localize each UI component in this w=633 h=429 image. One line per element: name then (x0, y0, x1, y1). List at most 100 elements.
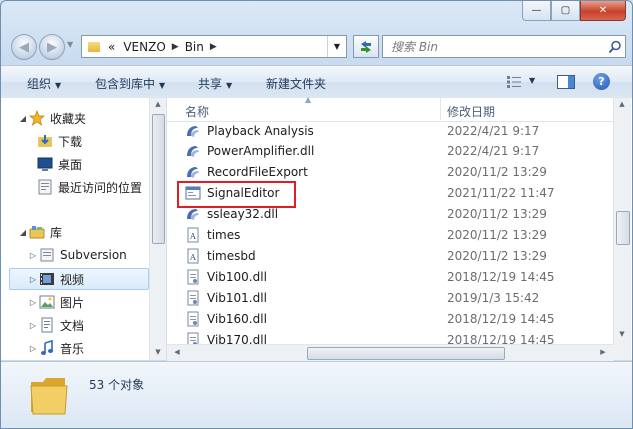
sidebar-item-videos[interactable]: ▷ 视频 (9, 268, 149, 290)
preview-pane-button[interactable] (553, 72, 579, 92)
file-name: Vib100.dll (207, 269, 267, 284)
collapsed-arrow-icon[interactable]: ▷ (27, 275, 39, 284)
file-name: PowerAmplifier.dll (207, 144, 315, 159)
recent-pages-dropdown[interactable]: ▼ (67, 40, 73, 49)
breadcrumb-separator-icon[interactable]: ▶ (210, 42, 217, 52)
sidebar-group-label: 收藏夹 (50, 111, 87, 126)
library-icon (29, 224, 45, 240)
file-date-modified: 2018/12/19 14:45 (447, 269, 555, 284)
file-list-scrollbar[interactable]: ▲ ▼ (613, 98, 631, 360)
include-in-library-menu[interactable]: 包含到库中 ▼ (95, 75, 165, 92)
file-name-cell[interactable]: ssleay32.dll (185, 206, 435, 222)
file-row[interactable]: Vib160.dll 2018/12/19 14:45 (185, 308, 611, 329)
file-name-cell[interactable]: Atimesbd (185, 248, 435, 264)
collapsed-arrow-icon[interactable]: ▷ (27, 344, 39, 353)
new-folder-label: 新建文件夹 (266, 77, 327, 91)
breadcrumb-venzo[interactable]: VENZO (123, 40, 165, 54)
downloads-folder-icon (37, 133, 53, 149)
file-name-cell[interactable]: PowerAmplifier.dll (185, 143, 435, 159)
sidebar-item-pictures[interactable]: ▷ 图片 (27, 292, 84, 312)
svg-text:A: A (189, 232, 196, 241)
file-date-modified: 2022/4/21 9:17 (447, 144, 540, 159)
scroll-up-icon[interactable]: ▲ (150, 100, 166, 108)
search-input[interactable] (383, 38, 605, 55)
file-name: ssleay32.dll (207, 207, 279, 222)
collapsed-arrow-icon[interactable]: ▷ (27, 298, 39, 307)
breadcrumb-separator-icon[interactable]: ▶ (172, 42, 179, 52)
sidebar-item-label: 最近访问的位置 (58, 180, 143, 195)
sidebar-item-subversion[interactable]: ▷ Subversion (27, 245, 127, 265)
chevron-down-icon: ▼ (55, 81, 62, 90)
maximize-button[interactable]: ▢ (551, 1, 580, 21)
file-name-cell[interactable]: RecordFileExport (185, 164, 435, 180)
view-list-icon (507, 76, 521, 88)
close-button[interactable]: ✕ (580, 1, 626, 21)
command-bar: 组织 ▼ 包含到库中 ▼ 共享 ▼ 新建文件夹 ▼ ? (1, 65, 632, 99)
navigation-pane-scrollbar[interactable]: ▲ ▼ (149, 98, 166, 360)
address-bar[interactable]: « VENZO ▶ Bin ▶ ▼ (81, 35, 347, 58)
expand-arrow-icon[interactable]: ◢ (17, 228, 29, 237)
view-options-dropdown-icon[interactable]: ▼ (529, 76, 535, 85)
collapsed-arrow-icon[interactable]: ▷ (27, 251, 39, 260)
forward-button[interactable]: ▶ (39, 34, 65, 60)
help-button[interactable]: ? (593, 73, 610, 90)
scroll-down-icon[interactable]: ▼ (614, 330, 630, 338)
scrollbar-thumb[interactable] (616, 211, 630, 245)
sidebar-item-desktop[interactable]: 桌面 (37, 154, 82, 174)
scrollbar-thumb[interactable] (152, 114, 165, 244)
scroll-up-icon[interactable]: ▲ (614, 100, 630, 108)
scroll-down-icon[interactable]: ▼ (150, 348, 166, 356)
sidebar-item-recent-places[interactable]: 最近访问的位置 (37, 177, 142, 197)
sidebar-group-favorites[interactable]: ◢ 收藏夹 (17, 108, 86, 128)
file-name-cell[interactable]: SignalEditor (185, 185, 435, 201)
scroll-right-icon[interactable]: ▶ (595, 348, 611, 356)
file-row[interactable]: SignalEditor 2021/11/22 11:47 (185, 183, 611, 204)
collapsed-arrow-icon[interactable]: ▷ (27, 321, 39, 330)
new-folder-button[interactable]: 新建文件夹 (266, 75, 326, 92)
breadcrumb-overflow[interactable]: « (108, 40, 115, 54)
horizontal-scrollbar[interactable]: ◀ ▶ (167, 344, 614, 361)
change-view-button[interactable] (501, 72, 527, 92)
file-row[interactable]: Atimesbd 2020/11/2 13:29 (185, 245, 611, 266)
minimize-button[interactable]: — (522, 1, 551, 21)
breadcrumb-bin[interactable]: Bin (185, 40, 204, 54)
include-in-library-label: 包含到库中 (95, 77, 156, 91)
file-date-modified: 2020/11/2 13:29 (447, 228, 547, 242)
column-divider[interactable] (440, 98, 441, 120)
search-icon[interactable] (605, 40, 625, 54)
scroll-left-icon[interactable]: ◀ (169, 348, 185, 356)
file-name-cell[interactable]: Atimes (185, 227, 435, 243)
file-name-cell[interactable]: Vib160.dll (185, 311, 435, 327)
file-row[interactable]: Vib101.dll 2019/1/3 15:42 (185, 287, 611, 308)
sidebar-group-libraries[interactable]: ◢ 库 (17, 222, 62, 242)
file-name: Playback Analysis (207, 123, 314, 138)
file-row[interactable]: PowerAmplifier.dll 2022/4/21 9:17 (185, 141, 611, 162)
back-button[interactable]: ◀ (11, 34, 37, 60)
search-box[interactable] (382, 35, 626, 58)
scrollbar-thumb[interactable] (307, 347, 505, 360)
sidebar-item-documents[interactable]: ▷ 文档 (27, 315, 84, 335)
file-date-modified: 2020/11/2 13:29 (447, 165, 547, 180)
file-name: times (207, 228, 241, 242)
column-header-name[interactable]: 名称 (185, 103, 209, 120)
expand-arrow-icon[interactable]: ◢ (17, 114, 29, 123)
file-row[interactable]: Playback Analysis 2022/4/21 9:17 (185, 120, 611, 141)
file-row[interactable]: Atimes 2020/11/2 13:29 (185, 225, 611, 246)
organize-label: 组织 (27, 77, 52, 91)
file-row[interactable]: RecordFileExport 2020/11/2 13:29 (185, 162, 611, 183)
organize-menu[interactable]: 组织 ▼ (27, 75, 61, 92)
star-icon (29, 110, 45, 126)
file-row[interactable]: ssleay32.dll 2020/11/2 13:29 (185, 204, 611, 225)
sidebar-item-music[interactable]: ▷ 音乐 (27, 338, 84, 358)
file-name-cell[interactable]: Playback Analysis (185, 123, 435, 139)
column-header-date-modified[interactable]: 修改日期 (447, 103, 495, 120)
refresh-button[interactable] (353, 35, 379, 58)
file-name: Vib101.dll (207, 290, 267, 305)
sidebar-item-downloads[interactable]: 下载 (37, 131, 82, 151)
share-menu[interactable]: 共享 ▼ (198, 75, 232, 92)
file-name-cell[interactable]: Vib100.dll (185, 269, 435, 285)
address-dropdown-icon[interactable]: ▼ (327, 36, 346, 57)
help-icon: ? (598, 75, 605, 88)
file-row[interactable]: Vib100.dll 2018/12/19 14:45 (185, 266, 611, 287)
file-name-cell[interactable]: Vib101.dll (185, 290, 435, 306)
